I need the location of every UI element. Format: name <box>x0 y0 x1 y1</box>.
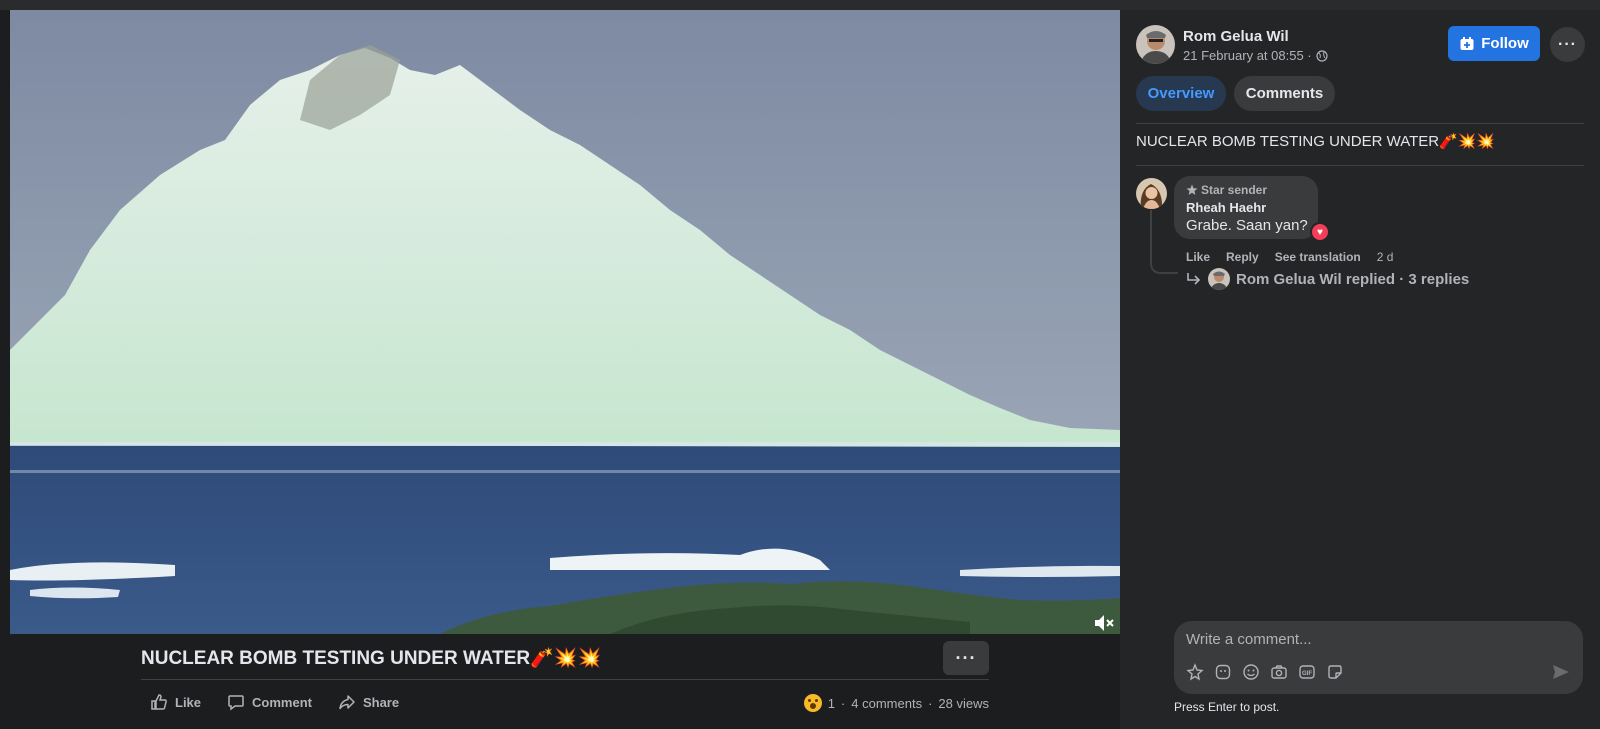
composer-hint: Press Enter to post. <box>1174 700 1280 714</box>
profile-photo-icon <box>1136 25 1175 64</box>
volume-muted-icon <box>1095 615 1114 631</box>
share-label: Share <box>362 694 400 710</box>
comment-reply-button[interactable]: Reply <box>1226 250 1259 264</box>
mute-button[interactable] <box>1090 610 1118 634</box>
author-name[interactable]: Rom Gelua Wil <box>1183 28 1289 45</box>
badge: Star sender <box>1186 183 1267 197</box>
profile-photo-icon <box>1136 178 1167 209</box>
top-bar <box>0 0 1600 10</box>
comment-icon <box>228 695 244 711</box>
emoji-button[interactable] <box>1242 663 1260 681</box>
profile-photo-icon <box>1208 268 1230 290</box>
post-stats: 1 · 4 comments · 28 views <box>803 694 989 712</box>
comment-label: Comment <box>252 694 312 710</box>
comment-time[interactable]: 2 d <box>1377 250 1394 264</box>
stats-separator: · <box>840 695 846 711</box>
video-player[interactable] <box>10 10 1120 634</box>
comment-input[interactable] <box>1186 629 1566 649</box>
tab-comments[interactable]: Comments <box>1234 76 1335 111</box>
follow-button[interactable]: Follow <box>1448 26 1540 61</box>
commenter-name[interactable]: Rheah Haehr <box>1186 200 1266 215</box>
share-button[interactable]: Share <box>338 693 399 711</box>
commenter-avatar[interactable] <box>1136 178 1167 209</box>
tab-overview[interactable]: Overview <box>1136 76 1226 111</box>
view-replies-button[interactable]: Rom Gelua Wil replied · 3 replies <box>1186 268 1469 290</box>
comment-count[interactable]: 4 comments <box>851 696 922 711</box>
sticker-pack-icon <box>1328 665 1342 679</box>
sticker-button[interactable] <box>1214 663 1232 681</box>
comment-bubble: Star sender Rheah Haehr Grabe. Saan yan? <box>1174 176 1318 239</box>
follow-icon <box>1460 36 1474 50</box>
post-more-button[interactable]: ··· <box>943 641 989 675</box>
comment-button[interactable]: Comment <box>227 693 312 711</box>
comment-like-button[interactable]: Like <box>1186 250 1210 264</box>
post-actions: Like Comment Share <box>150 693 399 711</box>
photo-button[interactable] <box>1270 663 1288 681</box>
svg-text:GIF: GIF <box>1302 671 1312 677</box>
divider <box>1136 165 1584 166</box>
video-frame <box>10 10 1120 634</box>
panel-more-button[interactable]: ··· <box>1550 27 1585 62</box>
like-button[interactable]: Like <box>150 693 201 711</box>
send-button[interactable] <box>1551 663 1571 681</box>
divider <box>141 679 989 680</box>
comment-composer: GIF <box>1174 621 1583 694</box>
replier-avatar <box>1208 268 1230 290</box>
gif-icon: GIF <box>1299 665 1315 679</box>
comment-actions: Like Reply See translation 2 d <box>1186 250 1393 264</box>
send-icon <box>1553 665 1569 679</box>
gif-button[interactable]: GIF <box>1298 663 1316 681</box>
wow-reaction-icon[interactable] <box>803 694 822 712</box>
post-date[interactable]: 21 February at 08:55 · <box>1183 48 1312 63</box>
badge-label: Star sender <box>1201 183 1268 197</box>
sticker-icon <box>1215 664 1231 680</box>
see-translation-button[interactable]: See translation <box>1275 250 1361 264</box>
avatar-sticker-icon <box>1186 663 1204 681</box>
reaction-count[interactable]: 1 <box>828 696 835 711</box>
author-avatar[interactable] <box>1136 25 1175 64</box>
heart-reaction-icon[interactable]: ♥ <box>1310 222 1330 242</box>
post-title: NUCLEAR BOMB TESTING UNDER WATER🧨💥💥 <box>141 648 602 669</box>
share-icon <box>339 695 355 710</box>
sticker-pack-button[interactable] <box>1326 663 1344 681</box>
star-sender-icon <box>1186 184 1198 195</box>
avatar-sticker-button[interactable] <box>1186 663 1204 681</box>
side-panel: Rom Gelua Wil 21 February at 08:55 · Fol… <box>1120 10 1600 729</box>
replies-label: Rom Gelua Wil replied · 3 replies <box>1236 270 1470 288</box>
post-caption: NUCLEAR BOMB TESTING UNDER WATER🧨💥💥 <box>1136 133 1496 150</box>
divider <box>1136 123 1584 124</box>
composer-tools: GIF <box>1186 663 1344 681</box>
like-label: Like <box>175 694 202 710</box>
follow-label: Follow <box>1481 35 1529 52</box>
thumbs-up-icon <box>151 694 167 710</box>
comment-text: Grabe. Saan yan? <box>1186 217 1308 234</box>
stats-separator: · <box>928 695 933 711</box>
globe-icon <box>1316 49 1328 62</box>
view-count: 28 views <box>938 695 989 711</box>
post-meta: 21 February at 08:55 · <box>1183 48 1328 63</box>
reply-arrow-icon <box>1187 273 1201 285</box>
emoji-icon <box>1243 664 1259 680</box>
camera-icon <box>1271 665 1287 679</box>
